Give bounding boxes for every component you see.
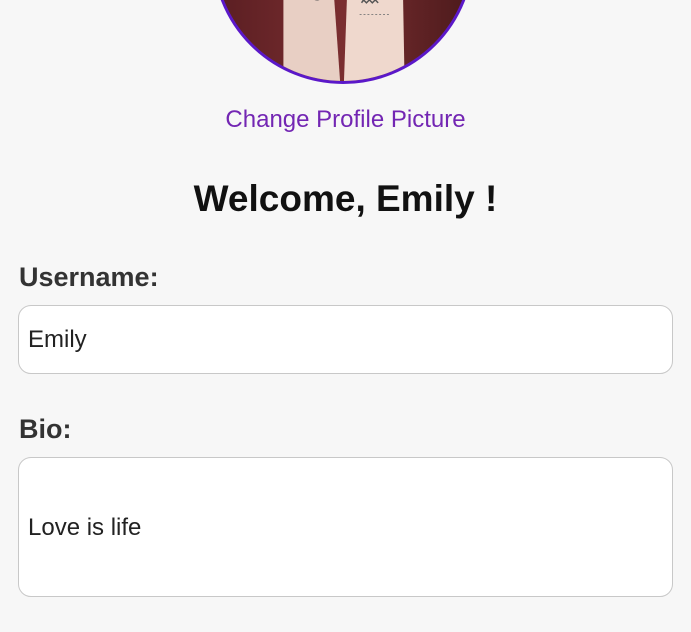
bio-label: Bio:	[19, 414, 72, 444]
bio-textarea[interactable]: Love is life	[18, 457, 673, 597]
profile-avatar[interactable]	[212, 0, 474, 84]
username-label: Username:	[19, 262, 159, 292]
change-profile-picture-link[interactable]: Change Profile Picture	[0, 106, 691, 134]
welcome-heading: Welcome, Emily !	[193, 178, 498, 219]
username-input[interactable]	[18, 305, 673, 374]
avatar-image	[215, 0, 471, 81]
profile-page: Change Profile Picture Welcome, Emily ! …	[0, 0, 691, 632]
